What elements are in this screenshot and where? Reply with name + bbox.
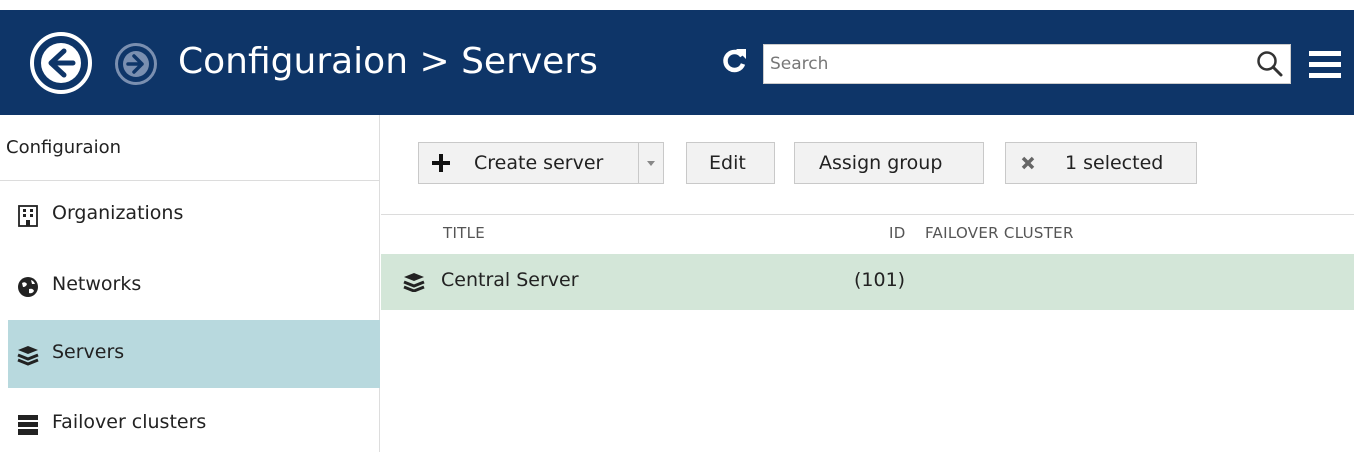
column-header-id[interactable]: ID [889, 224, 906, 242]
search-box [763, 44, 1291, 84]
sidebar: Configuraion Organizations Networks Serv… [0, 115, 380, 452]
close-icon [1021, 156, 1035, 170]
toolbar-divider [381, 214, 1354, 215]
table-row[interactable]: Central Server (101) [381, 254, 1354, 310]
plus-icon [432, 154, 450, 172]
sidebar-item-label: Networks [52, 273, 142, 295]
hamburger-menu-icon[interactable] [1309, 51, 1341, 79]
clear-selection-button[interactable]: 1 selected [1005, 142, 1197, 184]
sidebar-header: Configuraion [6, 137, 122, 158]
building-icon [18, 205, 38, 227]
refresh-icon [723, 49, 746, 73]
arrow-right-icon [123, 51, 149, 77]
cluster-icon [18, 415, 38, 435]
assign-group-button[interactable]: Assign group [794, 142, 984, 184]
sidebar-item-organizations[interactable]: Organizations [8, 181, 380, 249]
sidebar-item-servers[interactable]: Servers [8, 320, 380, 388]
sidebar-item-label: Servers [52, 341, 125, 363]
server-stack-icon [403, 273, 425, 292]
forward-button[interactable] [115, 43, 157, 85]
sidebar-item-networks[interactable]: Networks [8, 252, 380, 320]
page-title: Configuraion > Servers [178, 41, 598, 82]
toolbar: Create server Edit Assign group 1 select… [381, 115, 1354, 215]
sidebar-item-label: Failover clusters [52, 411, 207, 433]
selected-count: 1 selected [1065, 152, 1164, 174]
server-stack-icon [17, 346, 39, 366]
column-header-failover-cluster[interactable]: FAILOVER CLUSTER [925, 224, 1074, 242]
top-bar: Configuraion > Servers [0, 10, 1354, 115]
dropdown-arrow-icon[interactable] [646, 160, 656, 168]
row-id: (101) [854, 269, 906, 291]
arrow-left-icon [41, 43, 81, 83]
edit-label: Edit [709, 152, 746, 174]
search-icon[interactable] [1256, 50, 1284, 78]
back-button[interactable] [30, 32, 92, 94]
assign-group-label: Assign group [819, 152, 943, 174]
sidebar-item-label: Organizations [52, 202, 184, 224]
sidebar-item-failover-clusters[interactable]: Failover clusters [8, 390, 380, 458]
split-divider [638, 142, 639, 184]
search-input[interactable] [770, 49, 1240, 79]
globe-icon [18, 277, 38, 297]
edit-button[interactable]: Edit [686, 142, 775, 184]
create-server-button[interactable]: Create server [418, 142, 664, 184]
create-server-label: Create server [474, 152, 604, 174]
column-header-title[interactable]: TITLE [443, 224, 485, 242]
row-title: Central Server [441, 269, 579, 291]
refresh-button[interactable] [722, 44, 748, 78]
